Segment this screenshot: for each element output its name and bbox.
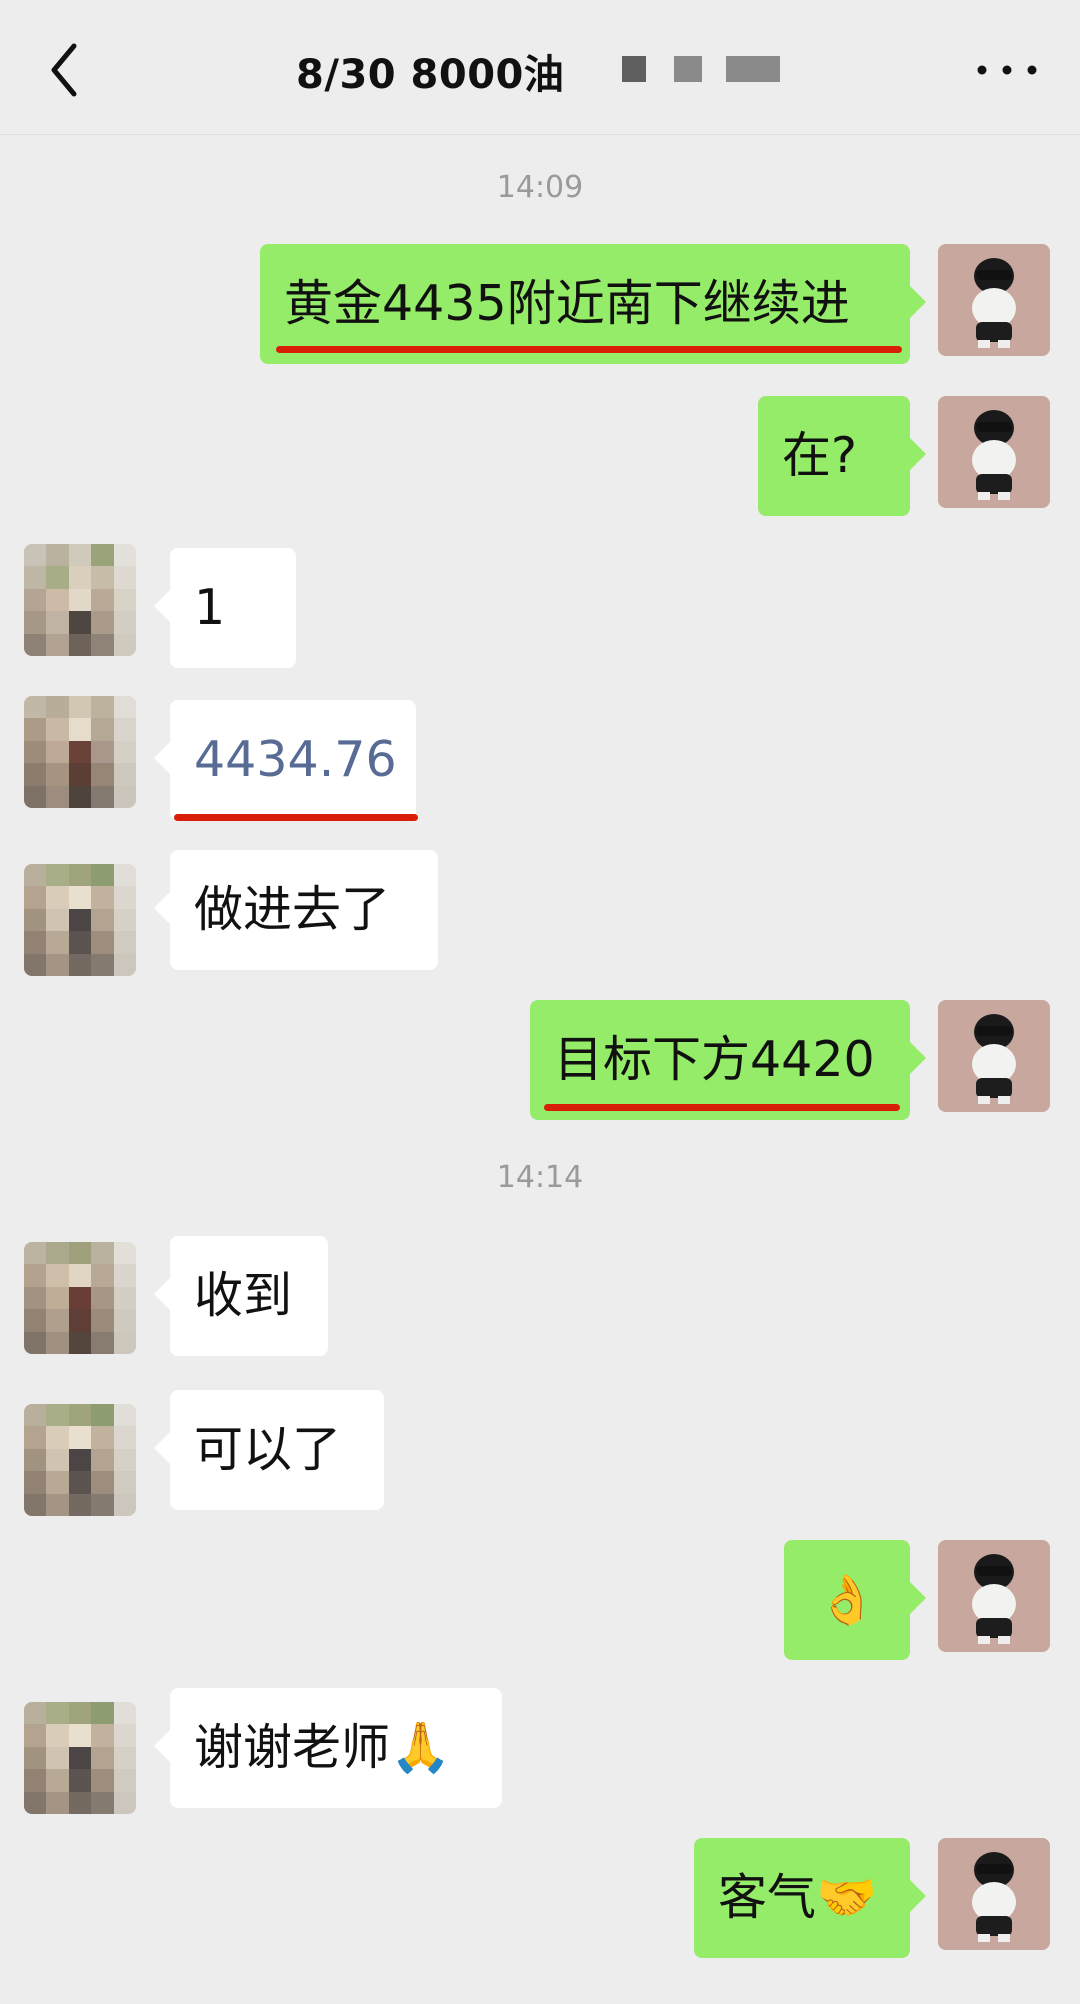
- message-timestamp: 14:09: [496, 170, 584, 205]
- contact-avatar[interactable]: [24, 1404, 136, 1516]
- chevron-left-icon: [51, 43, 77, 97]
- my-avatar[interactable]: [938, 244, 1050, 356]
- ok-hand-emoji: 👌: [817, 1572, 877, 1628]
- pixelated-avatar-image: [24, 1702, 136, 1814]
- redacted-title-block: [726, 56, 780, 82]
- message-text: 可以了: [194, 1421, 342, 1478]
- message-bubble[interactable]: 👌: [784, 1540, 926, 1660]
- chat-header: 8/30 8000油: [0, 0, 1080, 135]
- avatar-image: [938, 1540, 1050, 1652]
- red-underline-annotation: [544, 1104, 900, 1111]
- contact-avatar[interactable]: [24, 1242, 136, 1354]
- my-avatar[interactable]: [938, 1540, 1050, 1652]
- message-link-text[interactable]: 4434.76: [194, 731, 397, 788]
- contact-avatar[interactable]: [24, 864, 136, 976]
- contact-avatar[interactable]: [24, 696, 136, 808]
- message-text: 客气🤝: [718, 1869, 878, 1926]
- pixelated-avatar-image: [24, 864, 136, 976]
- message-bubble[interactable]: 1: [154, 548, 296, 668]
- pixelated-avatar-image: [24, 544, 136, 656]
- message-bubble[interactable]: 4434.76: [154, 700, 416, 820]
- avatar-image: [938, 396, 1050, 508]
- avatar-image: [938, 1838, 1050, 1950]
- more-options-button[interactable]: [972, 50, 1042, 90]
- message-text: 收到: [194, 1267, 293, 1324]
- redacted-title-block: [622, 56, 646, 82]
- message-bubble[interactable]: 可以了: [154, 1390, 384, 1510]
- message-bubble[interactable]: 目标下方4420: [530, 1000, 926, 1120]
- message-text: 目标下方4420: [554, 1031, 875, 1088]
- back-button[interactable]: [40, 34, 94, 104]
- contact-avatar[interactable]: [24, 544, 136, 656]
- message-bubble[interactable]: 收到: [154, 1236, 328, 1356]
- pixelated-avatar-image: [24, 1404, 136, 1516]
- message-text: 在?: [782, 427, 858, 484]
- message-text: 1: [194, 579, 226, 636]
- redacted-title-block: [674, 56, 702, 82]
- chat-title: 8/30 8000油: [296, 52, 565, 98]
- avatar-image: [938, 244, 1050, 356]
- my-avatar[interactable]: [938, 1838, 1050, 1950]
- red-underline-annotation: [276, 346, 902, 353]
- message-bubble[interactable]: 在?: [758, 396, 926, 516]
- my-avatar[interactable]: [938, 1000, 1050, 1112]
- message-text: 谢谢老师🙏: [194, 1719, 452, 1776]
- message-text: 做进去了: [194, 881, 391, 938]
- pixelated-avatar-image: [24, 1242, 136, 1354]
- message-timestamp: 14:14: [496, 1160, 584, 1195]
- avatar-image: [938, 1000, 1050, 1112]
- red-underline-annotation: [174, 814, 418, 821]
- message-bubble[interactable]: 客气🤝: [694, 1838, 926, 1958]
- message-text: 黄金4435附近南下继续进: [284, 275, 850, 332]
- more-dots-icon: [977, 65, 1037, 75]
- message-bubble[interactable]: 做进去了: [154, 850, 438, 970]
- pixelated-avatar-image: [24, 696, 136, 808]
- message-bubble[interactable]: 谢谢老师🙏: [154, 1688, 502, 1808]
- contact-avatar[interactable]: [24, 1702, 136, 1814]
- my-avatar[interactable]: [938, 396, 1050, 508]
